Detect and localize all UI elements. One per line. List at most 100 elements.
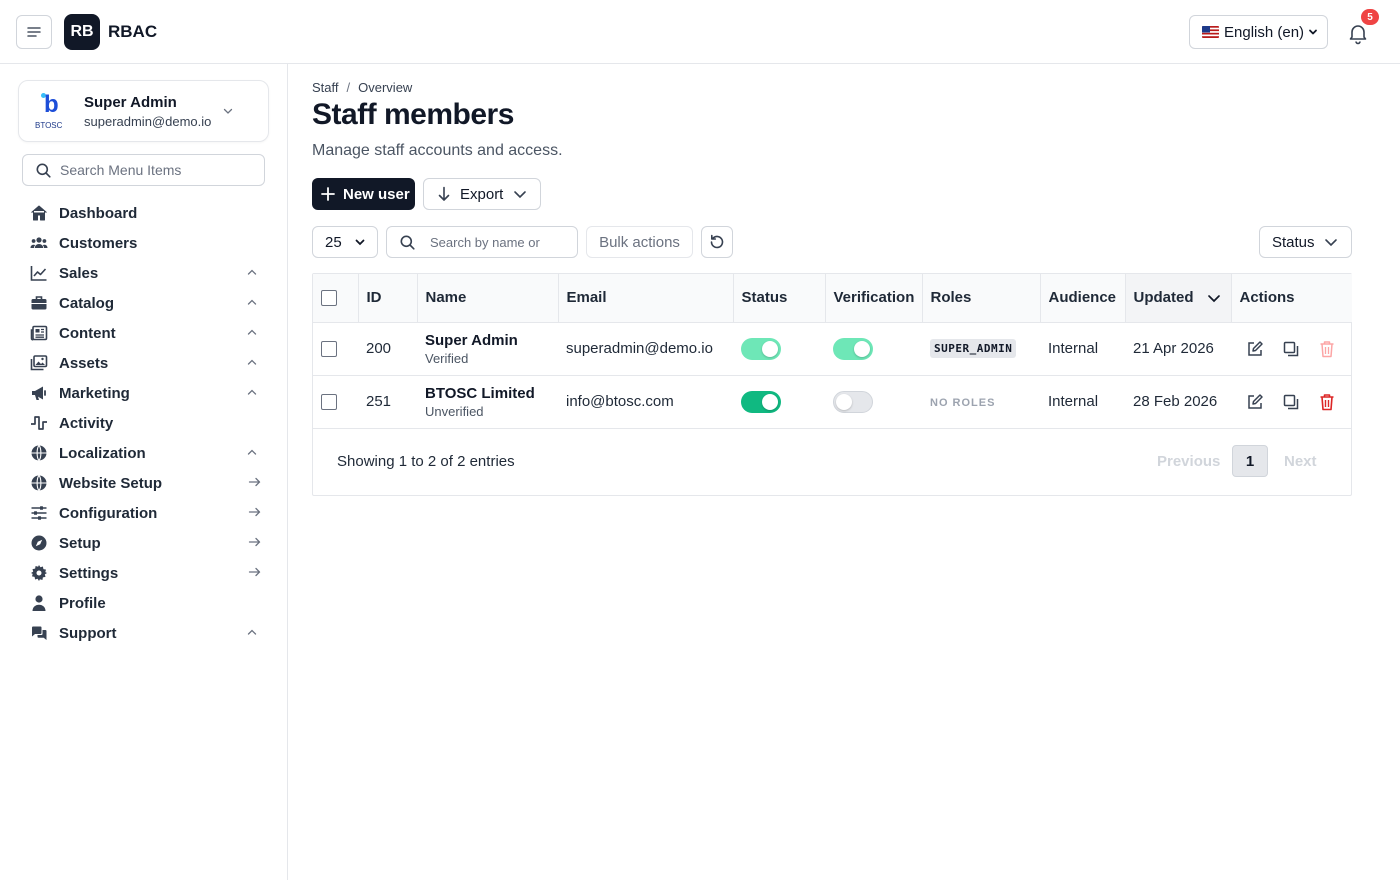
arrow-right-icon <box>248 507 261 517</box>
sidebar-item-dashboard[interactable]: Dashboard <box>0 198 288 228</box>
column-header-roles[interactable]: Roles <box>922 274 1041 323</box>
delete-button[interactable] <box>1317 339 1337 359</box>
images-icon <box>30 354 48 372</box>
copy-icon <box>1283 394 1299 409</box>
menu-search <box>22 154 265 186</box>
chevron-down-icon <box>1324 239 1337 247</box>
chevron-down-icon <box>223 108 233 114</box>
sidebar-item-sales[interactable]: Sales <box>0 258 288 288</box>
table-row: 200 Super Admin Verified superadmin@demo… <box>313 322 1352 375</box>
export-button[interactable]: Export <box>423 178 541 210</box>
duplicate-button[interactable] <box>1281 392 1301 412</box>
pulse-icon <box>30 414 48 432</box>
per-page-select[interactable]: 25 <box>312 226 378 258</box>
pagination-previous[interactable]: Previous <box>1157 453 1220 470</box>
select-all-checkbox[interactable] <box>321 289 337 306</box>
verification-toggle[interactable] <box>833 337 873 360</box>
refresh-icon <box>710 234 724 249</box>
sidebar-item-customers[interactable]: Customers <box>0 228 288 258</box>
status-filter-select[interactable]: Status <box>1259 226 1352 258</box>
column-header-status[interactable]: Status <box>733 274 826 323</box>
verification-toggle[interactable] <box>833 390 873 413</box>
home-icon <box>30 204 48 222</box>
company-logo: b BTOSC <box>35 91 63 131</box>
row-updated: 28 Feb 2026 <box>1133 393 1218 410</box>
sidebar-item-settings[interactable]: Settings <box>0 558 288 588</box>
row-audience: Internal <box>1048 340 1099 357</box>
table-search-input[interactable] <box>430 234 540 250</box>
column-header-updated[interactable]: Updated <box>1125 274 1232 323</box>
breadcrumb-staff[interactable]: Staff <box>312 80 339 95</box>
sidebar-item-content[interactable]: Content <box>0 318 288 348</box>
role-badge: SUPER_ADMIN <box>930 339 1017 358</box>
edit-button[interactable] <box>1245 392 1265 412</box>
us-flag-icon <box>1202 26 1219 38</box>
column-header-actions: Actions <box>1231 274 1352 323</box>
column-header-audience[interactable]: Audience <box>1040 274 1126 323</box>
status-toggle[interactable] <box>741 337 781 360</box>
chevron-up-icon <box>247 269 257 275</box>
users-icon <box>30 234 48 252</box>
column-header-id[interactable]: ID <box>358 274 418 323</box>
edit-button[interactable] <box>1245 339 1265 359</box>
chevron-up-icon <box>247 359 257 365</box>
page-subtitle: Manage staff accounts and access. <box>312 142 563 159</box>
breadcrumb: Staff / Overview <box>312 80 413 95</box>
sliders-icon <box>30 504 48 522</box>
chart-line-icon <box>30 264 48 282</box>
sidebar-item-activity[interactable]: Activity <box>0 408 288 438</box>
chevron-up-icon <box>247 389 257 395</box>
edit-icon <box>1248 340 1263 356</box>
app-logo[interactable]: RB <box>64 14 100 50</box>
row-name[interactable]: Super Admin <box>425 332 558 349</box>
sidebar-item-catalog[interactable]: Catalog <box>0 288 288 318</box>
row-name[interactable]: BTOSC Limited <box>425 385 558 402</box>
sidebar-item-configuration[interactable]: Configuration <box>0 498 288 528</box>
chevron-down-icon <box>355 239 365 246</box>
sidebar-item-marketing[interactable]: Marketing <box>0 378 288 408</box>
duplicate-button[interactable] <box>1281 339 1301 359</box>
column-header-name[interactable]: Name <box>417 274 559 323</box>
globe-icon <box>30 474 48 492</box>
pagination-page-1[interactable]: 1 <box>1232 445 1268 477</box>
row-checkbox[interactable] <box>321 340 337 357</box>
user-email: superadmin@demo.io <box>84 113 212 129</box>
column-header-email[interactable]: Email <box>558 274 734 323</box>
globe-icon <box>30 444 48 462</box>
column-header-verification[interactable]: Verification <box>825 274 923 323</box>
sidebar-item-localization[interactable]: Localization <box>0 438 288 468</box>
sidebar-item-profile[interactable]: Profile <box>0 588 288 618</box>
sidebar-item-website-setup[interactable]: Website Setup <box>0 468 288 498</box>
sidebar-item-assets[interactable]: Assets <box>0 348 288 378</box>
new-user-button[interactable]: New user <box>312 178 415 210</box>
sidebar-item-support[interactable]: Support <box>0 618 288 648</box>
megaphone-icon <box>30 384 48 402</box>
refresh-button[interactable] <box>701 226 733 258</box>
app-title: RBAC <box>108 22 158 41</box>
briefcase-icon <box>30 294 48 312</box>
sidebar-item-setup[interactable]: Setup <box>0 528 288 558</box>
menu-search-input[interactable] <box>60 162 250 178</box>
delete-button[interactable] <box>1317 392 1337 412</box>
compass-icon <box>30 534 48 552</box>
arrow-right-icon <box>248 567 261 577</box>
newspaper-icon <box>30 324 48 342</box>
sidebar-nav: Dashboard Customers Sales Catalog Conten… <box>0 198 288 648</box>
menu-toggle-button[interactable] <box>16 15 52 49</box>
language-select[interactable]: English (en) <box>1189 15 1328 49</box>
trash-icon <box>1320 393 1334 410</box>
search-icon <box>36 163 51 178</box>
table-row: 251 BTOSC Limited Unverified info@btosc.… <box>313 375 1352 428</box>
status-toggle[interactable] <box>741 390 781 413</box>
user-switcher[interactable]: b BTOSC Super Admin superadmin@demo.io <box>18 80 269 142</box>
chevron-up-icon <box>247 299 257 305</box>
pagination-next[interactable]: Next <box>1284 453 1317 470</box>
chevron-up-icon <box>247 629 257 635</box>
notification-count-badge: 5 <box>1361 9 1379 25</box>
row-checkbox[interactable] <box>321 393 337 410</box>
top-bar: RB RBAC English (en) 5 <box>0 0 1400 64</box>
row-email: superadmin@demo.io <box>566 340 713 357</box>
chevron-up-icon <box>247 449 257 455</box>
row-email: info@btosc.com <box>566 393 674 410</box>
bulk-actions-button[interactable]: Bulk actions <box>586 226 693 258</box>
